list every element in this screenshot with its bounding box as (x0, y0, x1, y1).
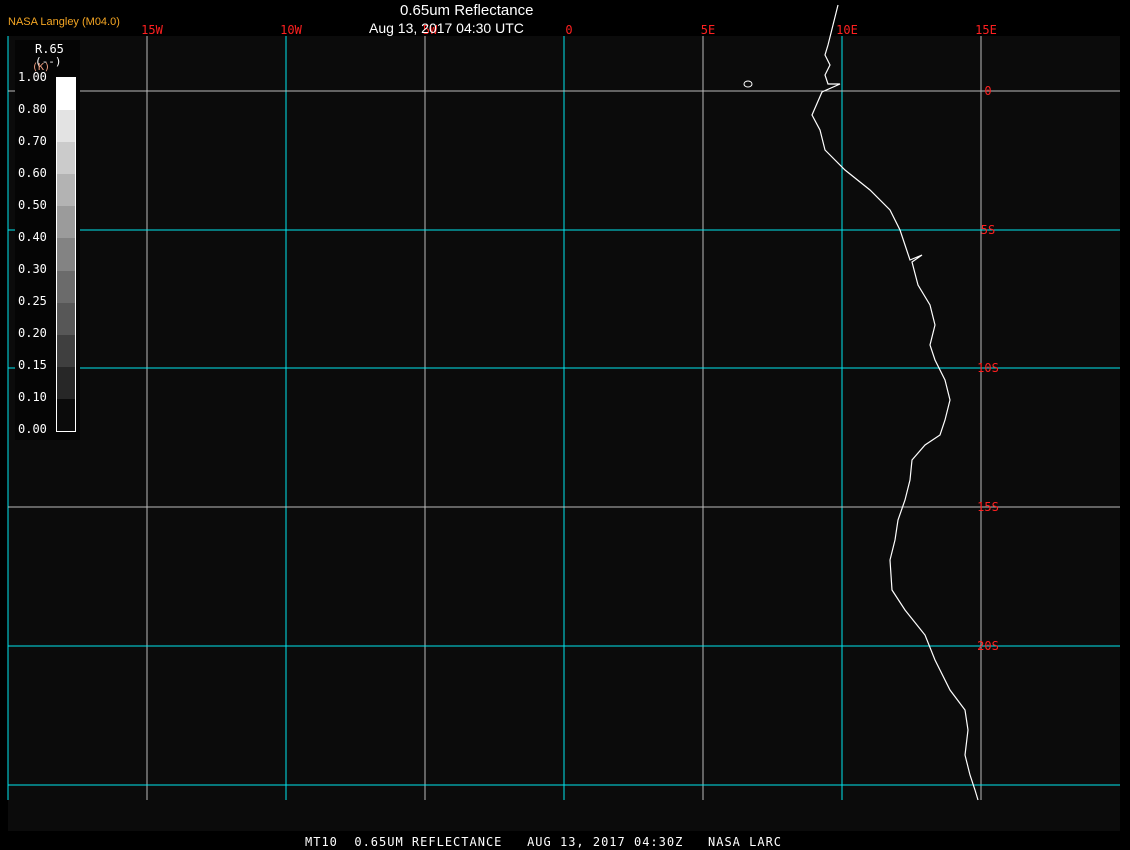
legend-tick-label: 0.10 (18, 390, 47, 404)
longitude-label: 15W (141, 23, 163, 37)
legend-tick-label: 0.20 (18, 326, 47, 340)
legend-tick-label: 0.30 (18, 262, 47, 276)
legend-swatch (57, 302, 75, 335)
latitude-label: 15S (977, 500, 999, 514)
legend-tick-label: 0.60 (18, 166, 47, 180)
legend-swatch (57, 78, 75, 111)
legend-swatch (57, 366, 75, 399)
latitude-label: 10S (977, 361, 999, 375)
legend-colorbar (56, 77, 76, 432)
legend-swatch (57, 334, 75, 367)
legend-tick-label: 0.40 (18, 230, 47, 244)
longitude-label: 5E (701, 23, 715, 37)
legend-swatch (57, 174, 75, 207)
legend-tick-label: 1.00 (18, 70, 47, 84)
legend-tick-label: 0.50 (18, 198, 47, 212)
legend-tick-label: 0.15 (18, 358, 47, 372)
legend-swatch (57, 238, 75, 271)
satellite-map: 15W 10W 5W 0 5E 10E 15E05S10S15S20S (7, 4, 1120, 831)
legend-tick-label: 0.25 (18, 294, 47, 308)
latitude-label: 0 (984, 84, 991, 98)
longitude-label: 15E (975, 23, 997, 37)
latitude-label: 5S (981, 223, 995, 237)
legend-swatch (57, 142, 75, 175)
legend-swatch (57, 206, 75, 239)
longitude-label: 0 (565, 23, 572, 37)
map-timestamp: Aug 13, 2017 04:30 UTC (369, 20, 524, 36)
legend-swatch (57, 270, 75, 303)
legend-tick-label: 0.00 (18, 422, 47, 436)
legend-tick-label: 0.70 (18, 134, 47, 148)
longitude-label: 10W (280, 23, 302, 37)
latitude-label: 20S (977, 639, 999, 653)
footer-caption: MT10 0.65UM REFLECTANCE AUG 13, 2017 04:… (305, 835, 783, 849)
legend-swatch (57, 398, 75, 432)
organization-label: NASA Langley (M04.0) (8, 16, 120, 28)
color-legend: R.65 (--) (K) 1.00 0.80 0.70 0.60 0.50 0.40 0.… (15, 40, 80, 440)
legend-tick-label: 0.80 (18, 102, 47, 116)
legend-swatch (57, 110, 75, 143)
map-title: 0.65um Reflectance (400, 2, 534, 19)
legend-variable: R.65 (35, 42, 64, 56)
longitude-label: 10E (836, 23, 858, 37)
